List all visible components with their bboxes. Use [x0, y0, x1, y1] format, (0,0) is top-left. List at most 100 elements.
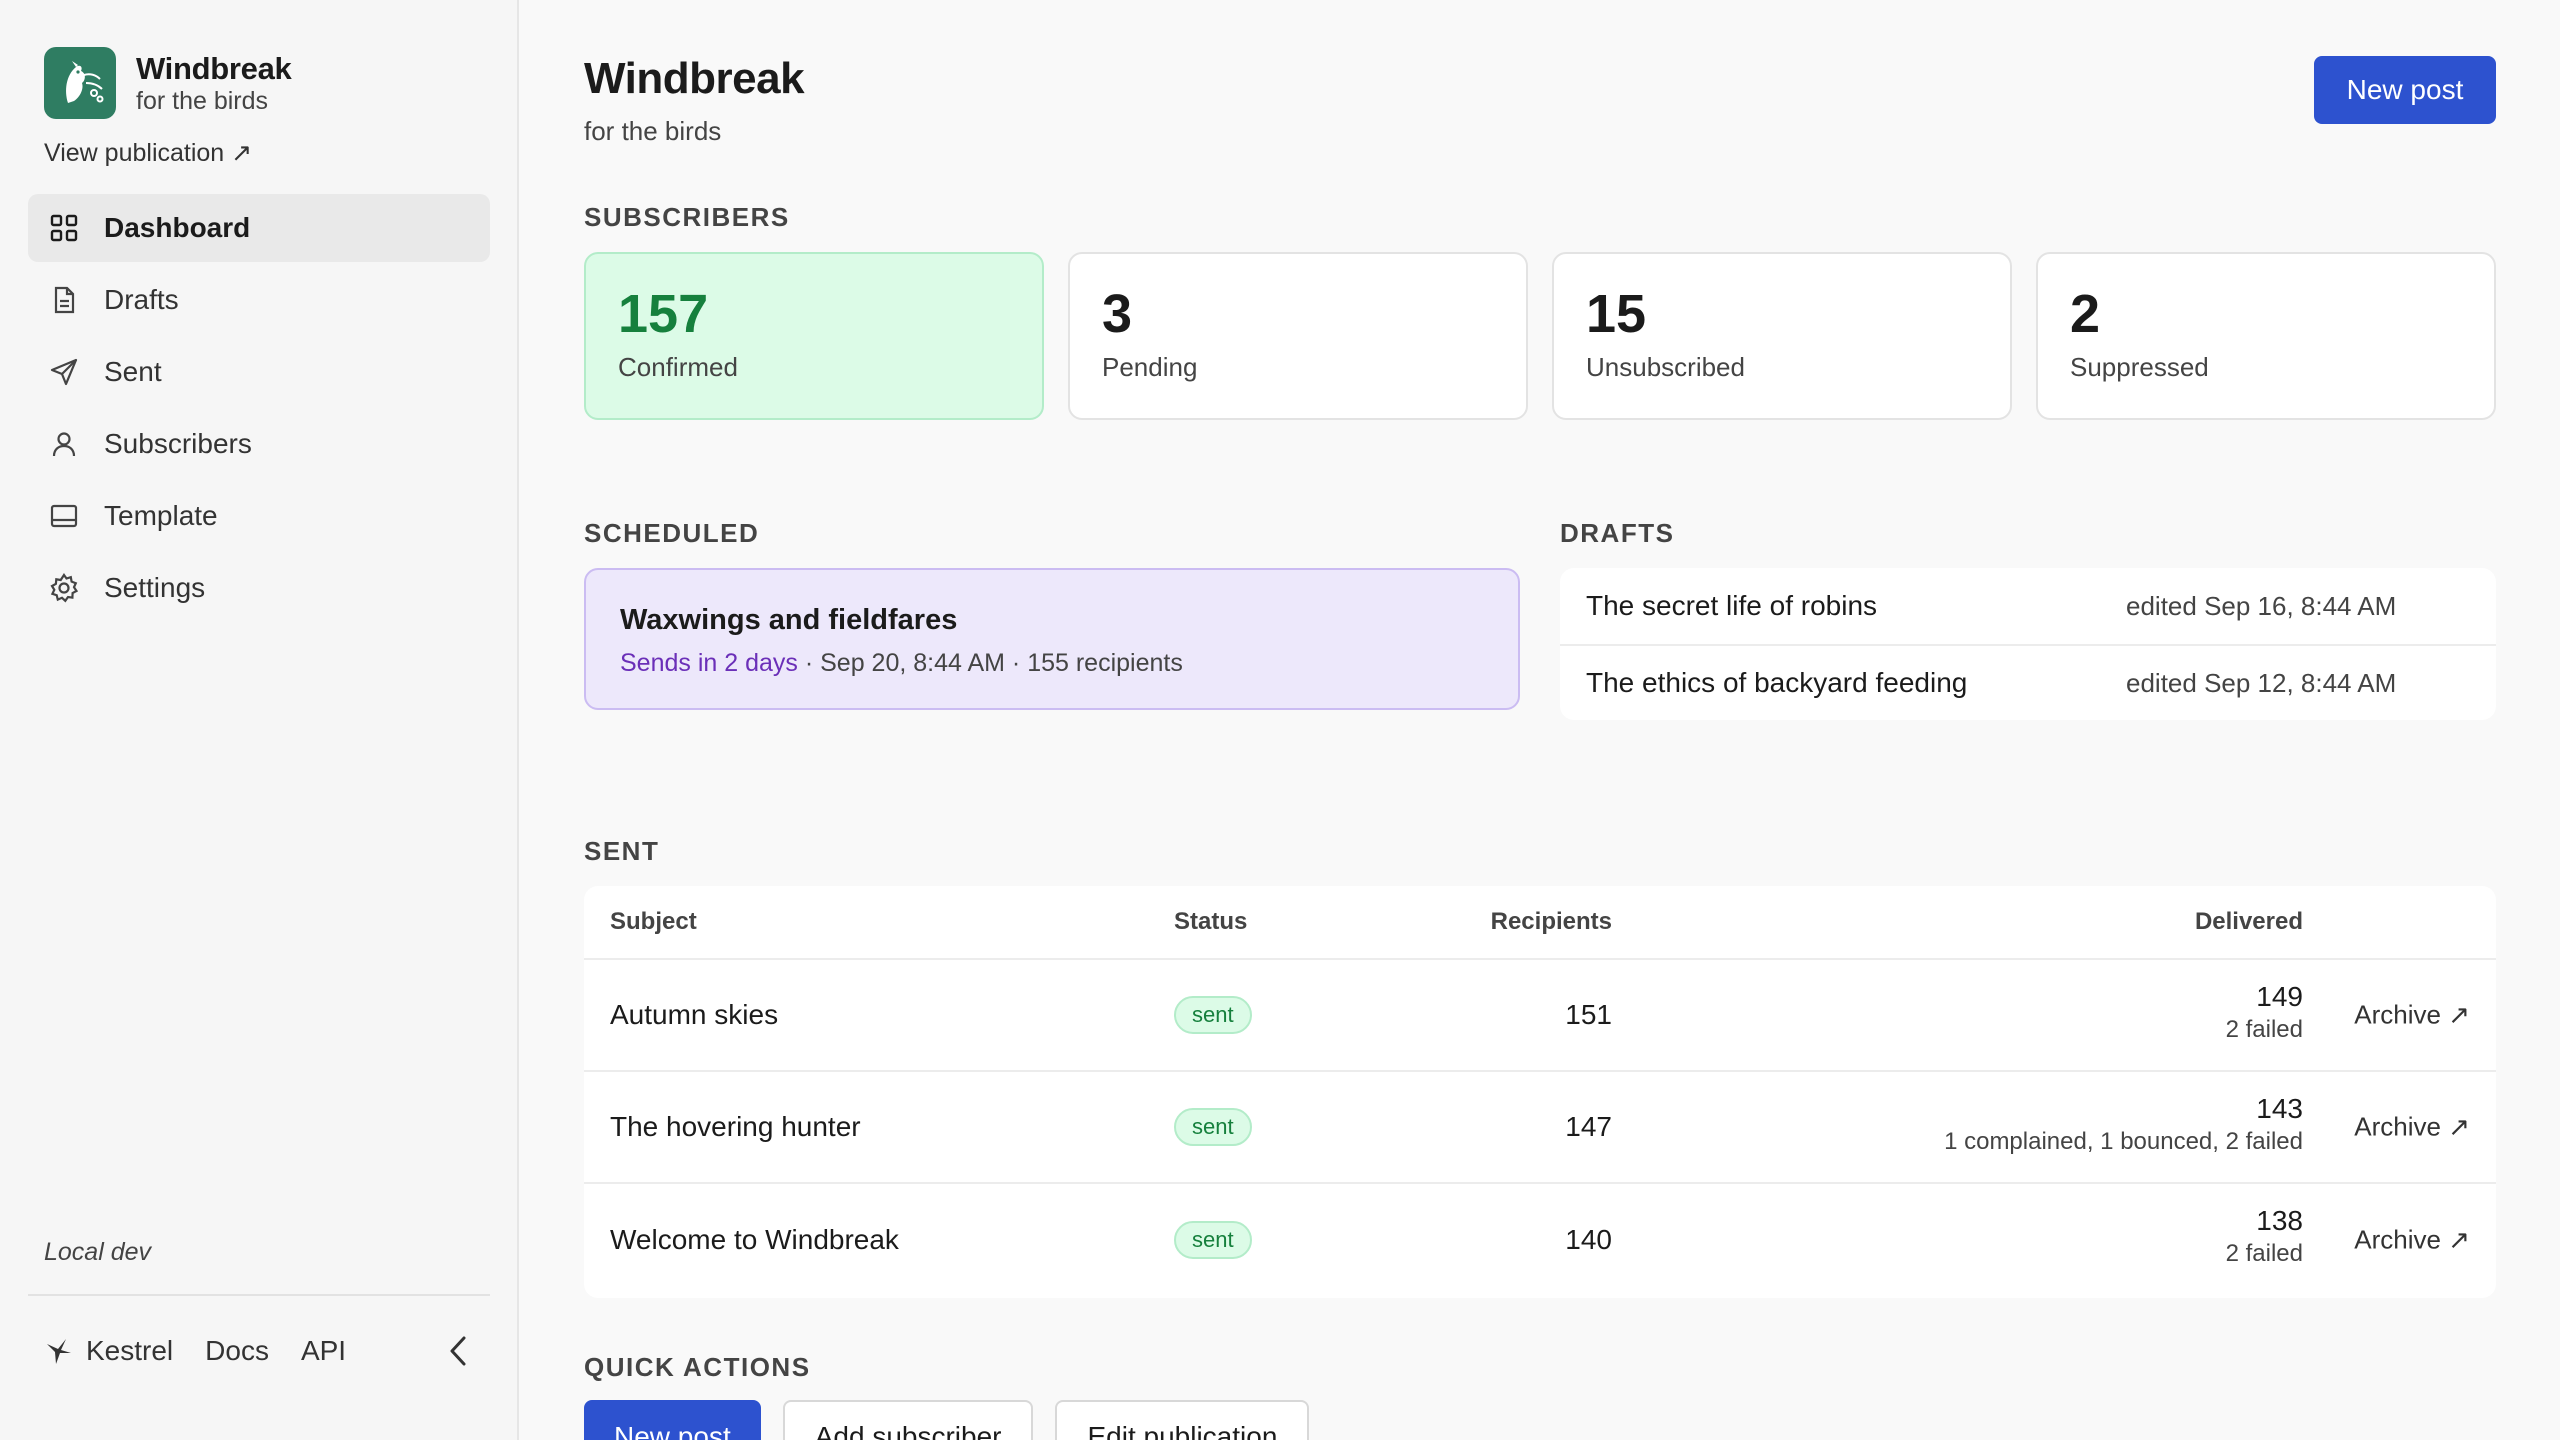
- sidebar-nav: Dashboard Drafts Sent Subscribers Templa…: [28, 194, 490, 626]
- sidebar-item-label: Drafts: [104, 284, 179, 315]
- quick-new-post-button[interactable]: New post: [584, 1400, 761, 1440]
- sidebar-item-label: Subscribers: [104, 428, 252, 459]
- subscribers-section-label: SUBSCRIBERS: [584, 202, 790, 232]
- user-icon: [48, 428, 80, 460]
- api-link[interactable]: API: [301, 1335, 346, 1367]
- environment-label: Local dev: [44, 1238, 152, 1266]
- row-recipients: 147: [1565, 1111, 1612, 1142]
- delivery-note: 2 failed: [2225, 1016, 2303, 1043]
- archive-link[interactable]: Archive ↗: [2354, 1000, 2470, 1031]
- sidebar-footer: Kestrel Docs API: [44, 1326, 474, 1376]
- draft-edited: edited Sep 16, 8:44 AM: [2126, 590, 2397, 621]
- view-publication-link[interactable]: View publication ↗: [44, 138, 252, 168]
- sent-section-label: SENT: [584, 836, 660, 866]
- archive-link[interactable]: Archive ↗: [2354, 1225, 2470, 1256]
- delivered-count: 143: [2256, 1093, 2303, 1124]
- kestrel-link[interactable]: Kestrel: [44, 1335, 173, 1367]
- sent-table: Subject Status Recipients Delivered Autu…: [584, 886, 2496, 1298]
- drafts-list: The secret life of robins edited Sep 16,…: [1560, 568, 2496, 720]
- sidebar-item-label: Dashboard: [104, 212, 251, 243]
- table-row[interactable]: Autumn skies sent 151 149 2 failed Archi…: [584, 960, 2496, 1072]
- row-delivered: 149 2 failed: [2226, 980, 2303, 1046]
- brand-tagline: for the birds: [136, 87, 269, 115]
- table-header: Subject Status Recipients Delivered: [584, 886, 2496, 960]
- row-subject: Welcome to Windbreak: [610, 1224, 899, 1255]
- stat-suppressed[interactable]: 2 Suppressed: [2036, 252, 2496, 420]
- stat-unsubscribed[interactable]: 15 Unsubscribed: [1552, 252, 2012, 420]
- delivered-count: 138: [2256, 1205, 2303, 1236]
- new-post-button[interactable]: New post: [2314, 56, 2496, 124]
- edit-publication-button[interactable]: Edit publication: [1055, 1400, 1310, 1440]
- delivery-note: 2 failed: [2225, 1240, 2303, 1267]
- table-row[interactable]: Welcome to Windbreak sent 140 138 2 fail…: [584, 1184, 2496, 1296]
- archive-link[interactable]: Archive ↗: [2354, 1112, 2470, 1143]
- gear-icon: [48, 572, 80, 604]
- table-row[interactable]: The hovering hunter sent 147 143 1 compl…: [584, 1072, 2496, 1184]
- status-badge: sent: [1174, 1221, 1252, 1259]
- docs-link[interactable]: Docs: [205, 1335, 269, 1367]
- stat-label: Suppressed: [2070, 352, 2209, 382]
- row-recipients: 151: [1565, 999, 1612, 1030]
- drafts-section-label: DRAFTS: [1560, 518, 1675, 548]
- brand[interactable]: Windbreak for the birds: [44, 47, 292, 119]
- stat-value: 2: [2070, 284, 2101, 344]
- grid-icon: [48, 212, 80, 244]
- scheduled-send-in: Sends in 2 days: [620, 649, 798, 677]
- collapse-sidebar-button[interactable]: [444, 1334, 474, 1368]
- quick-actions-section-label: QUICK ACTIONS: [584, 1352, 811, 1382]
- column-subject: Subject: [610, 908, 697, 935]
- kestrel-label: Kestrel: [86, 1335, 174, 1366]
- main-content: Windbreak for the birds New post SUBSCRI…: [584, 0, 2496, 1440]
- sidebar-item-sent[interactable]: Sent: [28, 338, 490, 406]
- sidebar-item-label: Template: [104, 500, 218, 531]
- stat-label: Unsubscribed: [1586, 352, 1745, 382]
- draft-edited: edited Sep 12, 8:44 AM: [2126, 667, 2397, 698]
- page-title: Windbreak: [584, 54, 805, 103]
- scheduled-post-meta: Sends in 2 days · Sep 20, 8:44 AM · 155 …: [620, 649, 1518, 678]
- row-recipients: 140: [1565, 1224, 1612, 1255]
- draft-item[interactable]: The secret life of robins edited Sep 16,…: [1560, 568, 2496, 644]
- stat-pending[interactable]: 3 Pending: [1068, 252, 1528, 420]
- draft-item[interactable]: The ethics of backyard feeding edited Se…: [1560, 644, 2496, 720]
- delivered-count: 149: [2256, 981, 2303, 1012]
- add-subscriber-button[interactable]: Add subscriber: [782, 1400, 1034, 1440]
- sidebar-item-settings[interactable]: Settings: [28, 554, 490, 622]
- row-delivered: 143 1 complained, 1 bounced, 2 failed: [1944, 1092, 2303, 1158]
- sidebar-item-label: Settings: [104, 572, 206, 603]
- stat-value: 157: [618, 284, 709, 344]
- status-badge: sent: [1174, 1108, 1252, 1146]
- status-badge: sent: [1174, 996, 1252, 1034]
- kestrel-bird-icon: [44, 1336, 74, 1366]
- sidebar-item-drafts[interactable]: Drafts: [28, 266, 490, 334]
- page-subtitle: for the birds: [584, 116, 722, 146]
- quick-actions: New post Add subscriber Edit publication: [584, 1400, 1310, 1440]
- scheduled-post-title: Waxwings and fieldfares: [620, 604, 958, 636]
- row-delivered: 138 2 failed: [2226, 1204, 2303, 1270]
- brand-name: Windbreak: [136, 51, 292, 86]
- draft-title: The ethics of backyard feeding: [1586, 667, 1968, 698]
- stat-value: 15: [1586, 284, 1647, 344]
- scheduled-details: · Sep 20, 8:44 AM · 155 recipients: [797, 649, 1183, 677]
- stat-label: Pending: [1102, 352, 1198, 382]
- bird-logo-icon: [44, 47, 116, 119]
- draft-title: The secret life of robins: [1586, 590, 1878, 621]
- sidebar: Windbreak for the birds View publication…: [0, 0, 519, 1440]
- send-icon: [48, 356, 80, 388]
- stat-value: 3: [1102, 284, 1133, 344]
- row-subject: Autumn skies: [610, 999, 779, 1030]
- stat-label: Confirmed: [618, 352, 738, 382]
- sidebar-item-dashboard[interactable]: Dashboard: [28, 194, 490, 262]
- column-recipients: Recipients: [1490, 908, 1612, 935]
- delivery-note: 1 complained, 1 bounced, 2 failed: [1944, 1128, 2303, 1155]
- scheduled-post-card[interactable]: Waxwings and fieldfares Sends in 2 days …: [584, 568, 1520, 710]
- column-status: Status: [1174, 908, 1248, 935]
- subscriber-stats: 157 Confirmed 3 Pending 15 Unsubscribed …: [584, 252, 2496, 420]
- sidebar-divider: [28, 1294, 490, 1296]
- chevron-left-icon: [444, 1334, 474, 1368]
- stat-confirmed[interactable]: 157 Confirmed: [584, 252, 1044, 420]
- scheduled-section-label: SCHEDULED: [584, 518, 760, 548]
- sidebar-item-template[interactable]: Template: [28, 482, 490, 550]
- sidebar-item-subscribers[interactable]: Subscribers: [28, 410, 490, 478]
- layout-icon: [48, 500, 80, 532]
- column-delivered: Delivered: [2194, 908, 2303, 935]
